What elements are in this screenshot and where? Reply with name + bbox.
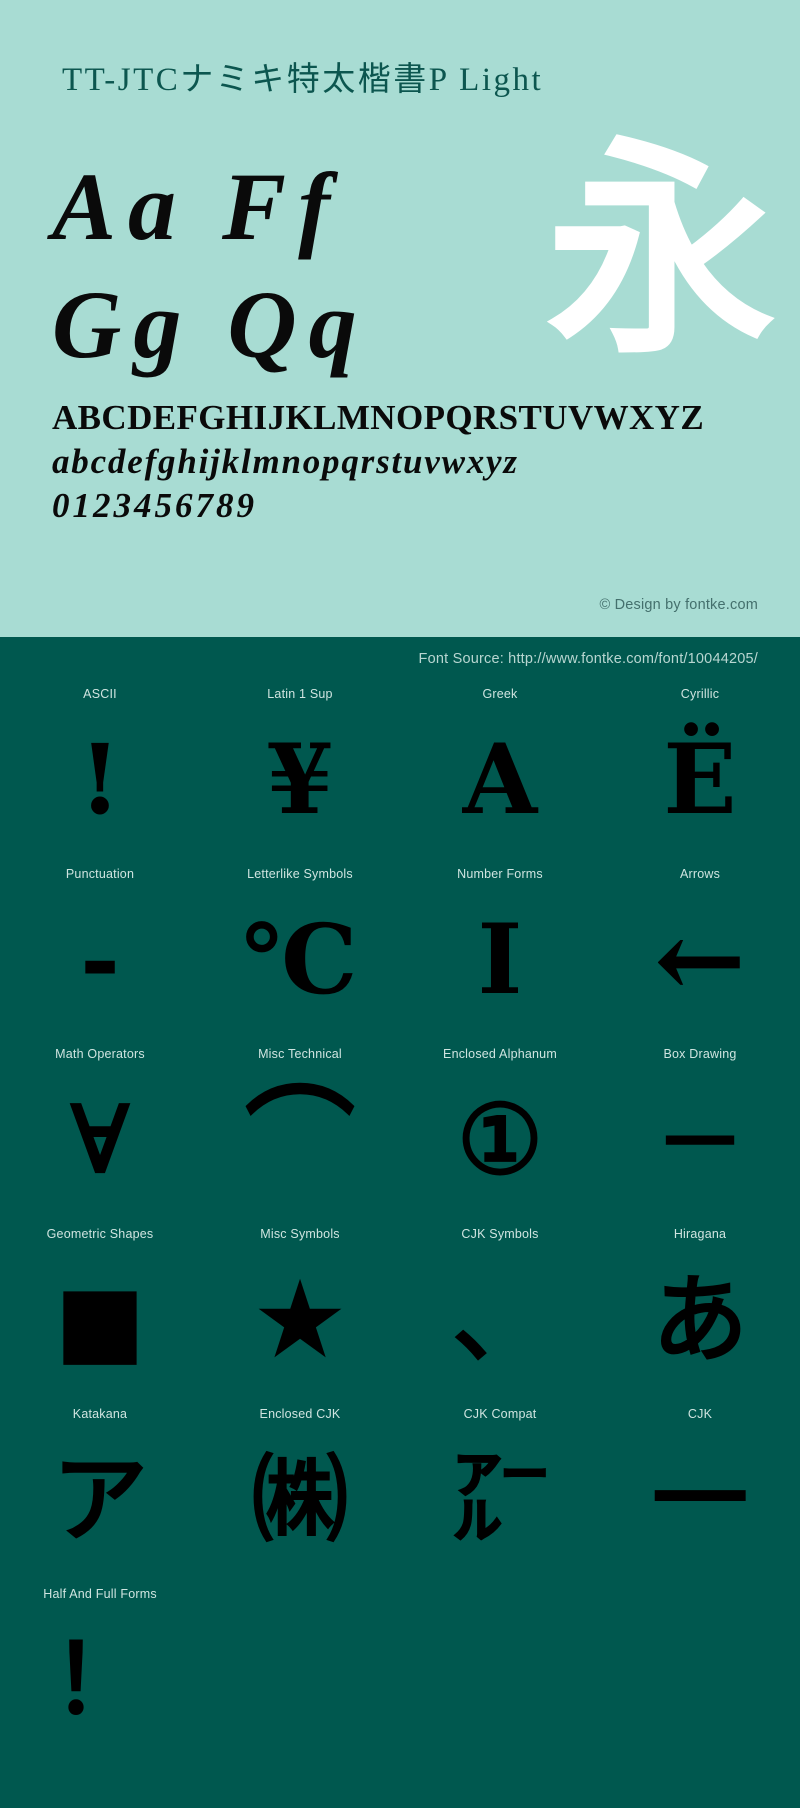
unicode-block-label: Arrows <box>679 867 721 881</box>
unicode-block-cell-katakana[interactable]: Katakana ア <box>0 1407 200 1587</box>
large-sample-letters: Aa Ff Gg Qq <box>52 148 482 384</box>
unicode-block-cell-half-and-full-forms[interactable]: Half And Full Forms ！ <box>0 1587 200 1767</box>
sample-pair-aa: Aa <box>52 153 189 260</box>
unicode-block-glyph: ① <box>456 1083 544 1196</box>
sample-letters-row-2: Gg Qq <box>52 266 482 384</box>
unicode-block-glyph: Ё <box>663 723 737 836</box>
unicode-block-glyph: Α <box>462 723 538 836</box>
unicode-block-cell-cjk[interactable]: CJK 一 <box>600 1407 800 1587</box>
unicode-block-label: CJK Symbols <box>461 1227 539 1241</box>
unicode-block-cell-greek[interactable]: Greek Α <box>400 687 600 867</box>
unicode-block-glyph: ℃ <box>242 903 358 1016</box>
unicode-blocks-panel: Font Source: http://www.fontke.com/font/… <box>0 637 800 1808</box>
sample-pair-qq: Qq <box>227 271 369 378</box>
unicode-block-cell-misc-symbols[interactable]: Misc Symbols ★ <box>200 1227 400 1407</box>
unicode-block-label: Box Drawing <box>663 1047 737 1061</box>
unicode-block-cell-cjk-compat[interactable]: CJK Compat ㌃ <box>400 1407 600 1587</box>
unicode-block-glyph: ア <box>52 1443 148 1556</box>
font-source-link[interactable]: Font Source: http://www.fontke.com/font/… <box>419 651 758 667</box>
unicode-block-label: Punctuation <box>65 867 135 881</box>
unicode-block-glyph: ⌒ <box>245 1075 355 1204</box>
unicode-block-cell-cjk-symbols[interactable]: CJK Symbols 、 <box>400 1227 600 1407</box>
unicode-block-glyph: ■ <box>54 1263 146 1376</box>
unicode-block-cell-ascii[interactable]: ASCII! <box>0 687 200 867</box>
unicode-block-cell-enclosed-cjk[interactable]: Enclosed CJK ㈱ <box>200 1407 400 1587</box>
unicode-block-glyph: 、 <box>452 1263 548 1376</box>
unicode-block-cell-latin-1-sup[interactable]: Latin 1 Sup ¥ <box>200 687 400 867</box>
unicode-block-label: Math Operators <box>55 1047 145 1061</box>
unicode-block-row: Punctuation ‐ Letterlike Symbols ℃ Number Fo… <box>0 867 800 1047</box>
unicode-block-glyph: ∀ <box>69 1083 131 1196</box>
unicode-block-label: ASCII <box>83 687 117 701</box>
unicode-block-glyph: Ⅰ <box>477 903 523 1016</box>
unicode-block-label: Enclosed Alphanum <box>443 1047 557 1061</box>
sample-pair-gg: Gg <box>52 271 194 378</box>
unicode-block-cell-geometric-shapes[interactable]: Geometric Shapes ■ <box>0 1227 200 1407</box>
unicode-block-glyph: あ <box>652 1263 748 1376</box>
design-credit: © Design by fontke.com <box>599 597 758 613</box>
hero-glyph: 永 <box>545 116 776 386</box>
unicode-block-cell-letterlike-symbols[interactable]: Letterlike Symbols ℃ <box>200 867 400 1047</box>
unicode-block-cell-number-forms[interactable]: Number Forms Ⅰ <box>400 867 600 1047</box>
specimen-preview-panel: TT-JTCナミキ特太楷書P Light 永 Aa Ff Gg Qq ABCDEFG… <box>0 0 800 637</box>
font-title: TT-JTCナミキ特太楷書P Light <box>62 62 544 98</box>
unicode-block-glyph: ㈱ <box>252 1443 348 1556</box>
unicode-block-label: Number Forms <box>457 867 543 881</box>
unicode-block-glyph: ! <box>78 723 122 836</box>
unicode-block-label: CJK <box>687 1407 713 1421</box>
unicode-block-row: Geometric Shapes ■ Misc Symbols ★ CJK Symbol… <box>0 1227 800 1407</box>
unicode-block-label: Katakana <box>72 1407 128 1421</box>
unicode-block-cell-punctuation[interactable]: Punctuation ‐ <box>0 867 200 1047</box>
sample-pair-ff: Ff <box>222 153 343 260</box>
unicode-block-cell-enclosed-alphanum[interactable]: Enclosed Alphanum ① <box>400 1047 600 1227</box>
unicode-block-label: Hiragana <box>673 1227 727 1241</box>
unicode-block-glyph: ！ <box>52 1623 148 1736</box>
unicode-block-label: Greek <box>482 687 518 701</box>
unicode-block-cell-arrows[interactable]: Arrows ← <box>600 867 800 1047</box>
unicode-block-row: Katakana ア Enclosed CJK ㈱ CJK Compat ㌃ CJK 一 <box>0 1407 800 1587</box>
unicode-block-glyph: ㌃ <box>452 1443 548 1556</box>
unicode-block-glyph: ─ <box>666 1075 734 1204</box>
unicode-block-label: Geometric Shapes <box>46 1227 154 1241</box>
unicode-block-label: Latin 1 Sup <box>267 687 333 701</box>
unicode-block-glyph: ← <box>653 895 747 1024</box>
lowercase-alphabet: abcdefghijklmnopqrstuvwxyz <box>52 442 519 481</box>
digits-sample: 0123456789 <box>52 486 257 525</box>
unicode-block-row: Half And Full Forms ！ <box>0 1587 800 1767</box>
unicode-block-cell-misc-technical[interactable]: Misc Technical ⌒ <box>200 1047 400 1227</box>
unicode-block-cell-hiragana[interactable]: Hiragana あ <box>600 1227 800 1407</box>
alphabet-sample-block: ABCDEFGHIJKLMNOPQRSTUVWXYZ abcdefghijklm… <box>52 396 752 528</box>
unicode-block-cell-cyrillic[interactable]: Cyrillic Ё <box>600 687 800 867</box>
unicode-block-label: Letterlike Symbols <box>247 867 353 881</box>
unicode-block-row: Math Operators ∀ Misc Technical ⌒ Enclosed A… <box>0 1047 800 1227</box>
unicode-block-cell-box-drawing[interactable]: Box Drawing ─ <box>600 1047 800 1227</box>
unicode-block-cell-math-operators[interactable]: Math Operators ∀ <box>0 1047 200 1227</box>
unicode-block-label: Misc Symbols <box>260 1227 340 1241</box>
sample-letters-row-1: Aa Ff <box>52 148 482 266</box>
unicode-block-label: Half And Full Forms <box>43 1587 157 1601</box>
uppercase-alphabet: ABCDEFGHIJKLMNOPQRSTUVWXYZ <box>52 398 705 437</box>
unicode-block-label: Cyrillic <box>680 687 720 701</box>
unicode-block-glyph: ★ <box>256 1263 344 1376</box>
unicode-block-glyph: 一 <box>652 1443 748 1556</box>
unicode-block-grid: ASCII! Latin 1 Sup ¥ Greek Α Cyrillic Ё Punctua… <box>0 687 800 1767</box>
font-specimen-page: TT-JTCナミキ特太楷書P Light 永 Aa Ff Gg Qq ABCDEFG… <box>0 0 800 1808</box>
unicode-block-label: Misc Technical <box>258 1047 342 1061</box>
unicode-block-glyph: ¥ <box>266 723 334 836</box>
unicode-block-label: Enclosed CJK <box>259 1407 341 1421</box>
unicode-block-row: ASCII! Latin 1 Sup ¥ Greek Α Cyrillic Ё <box>0 687 800 867</box>
unicode-block-label: CJK Compat <box>463 1407 537 1421</box>
unicode-block-glyph: ‐ <box>80 903 120 1016</box>
